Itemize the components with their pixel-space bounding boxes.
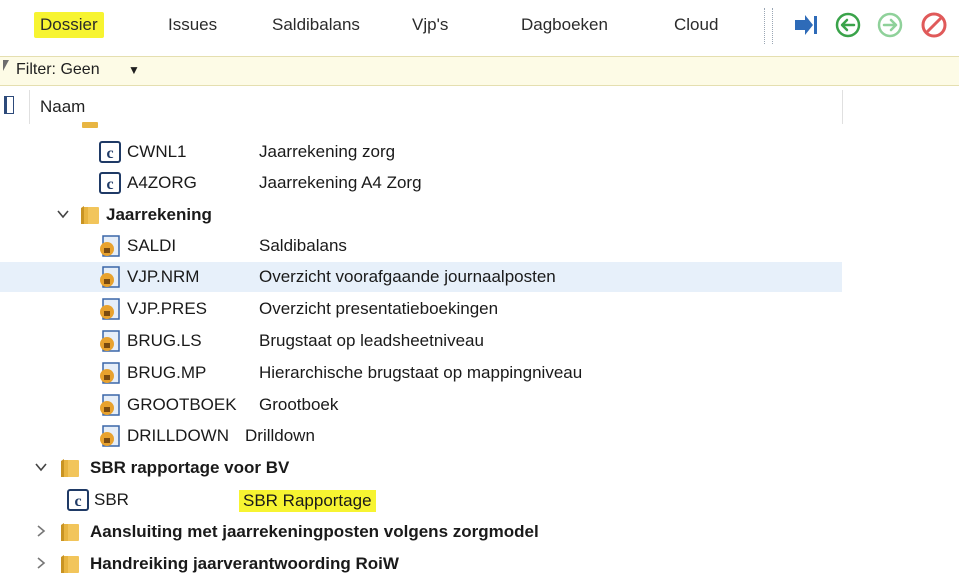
- report-description: Drilldown: [245, 426, 315, 445]
- cancel-icon[interactable]: [920, 11, 948, 39]
- tree-row[interactable]: BRUG.LS Brugstaat op leadsheetniveau: [0, 326, 842, 356]
- report-description-highlighted: SBR Rapportage: [239, 490, 376, 512]
- column-header: Naam: [0, 88, 959, 126]
- svg-text:c: c: [74, 493, 81, 510]
- back-arrow-icon[interactable]: [834, 11, 862, 39]
- report-code: A4ZORG: [127, 173, 197, 192]
- report-lock-icon: [100, 425, 120, 447]
- column-divider: [29, 90, 30, 124]
- folder-label: Handreiking jaarverantwoording RoiW: [90, 554, 399, 573]
- toolbar-separator: [764, 8, 765, 44]
- report-c-icon: c: [67, 489, 89, 511]
- report-code: SALDI: [127, 236, 177, 255]
- tree-row[interactable]: DRILLDOWN Drilldown: [0, 421, 842, 451]
- chevron-down-icon[interactable]: [56, 207, 70, 221]
- report-code: VJP.NRM: [127, 267, 200, 286]
- menu-dagboeken[interactable]: Dagboeken: [521, 12, 608, 38]
- report-code: BRUG.MP: [127, 363, 207, 382]
- chevron-right-icon[interactable]: [34, 524, 48, 538]
- tree-row[interactable]: c CWNL1 Jaarrekening zorg: [0, 137, 842, 167]
- report-description: Overzicht voorafgaande journaalposten: [259, 267, 556, 286]
- tree-folder-row[interactable]: Aansluiting met jaarrekeningposten volge…: [0, 517, 842, 547]
- toolbar-separator: [772, 8, 773, 44]
- report-code: DRILLDOWN: [127, 426, 230, 445]
- tree-row[interactable]: GROOTBOEK Grootboek: [0, 390, 842, 420]
- report-lock-icon: [100, 266, 120, 288]
- tree-folder-row[interactable]: Jaarrekening: [0, 200, 842, 230]
- report-c-icon: c: [99, 172, 121, 194]
- report-code: CWNL1: [127, 142, 187, 161]
- menu-bar: Dossier Issues Saldibalans Vjp's Dagboek…: [0, 0, 959, 52]
- menu-dossier[interactable]: Dossier: [34, 12, 104, 38]
- filter-bar: Filter: Geen ▼: [0, 56, 959, 86]
- jump-to-icon[interactable]: [792, 11, 820, 39]
- report-code: BRUG.LS: [127, 331, 202, 350]
- report-c-icon: c: [99, 141, 121, 163]
- folder-label: Aansluiting met jaarrekeningposten volge…: [90, 522, 539, 541]
- report-description: Brugstaat op leadsheetniveau: [259, 331, 484, 350]
- folder-label: SBR rapportage voor BV: [90, 458, 290, 477]
- report-lock-icon: [100, 394, 120, 416]
- chevron-right-icon[interactable]: [34, 556, 48, 570]
- forward-arrow-icon[interactable]: [876, 11, 904, 39]
- tree-row[interactable]: c SBR SBR Rapportage: [0, 485, 842, 515]
- folder-icon: [61, 523, 79, 541]
- report-lock-icon: [100, 362, 120, 384]
- column-name-header[interactable]: Naam: [40, 97, 85, 117]
- report-description: Overzicht presentatieboekingen: [259, 299, 499, 318]
- menu-saldibalans[interactable]: Saldibalans: [272, 12, 360, 38]
- filter-corner-icon: [3, 60, 9, 71]
- folder-label: Jaarrekening: [106, 205, 212, 224]
- tree-row[interactable]: SALDI Saldibalans: [0, 231, 842, 261]
- report-code: VJP.PRES: [127, 299, 208, 318]
- folder-icon: [61, 555, 79, 573]
- dropdown-caret-icon[interactable]: ▼: [128, 63, 140, 77]
- report-lock-icon: [100, 330, 120, 352]
- tree-folder-row[interactable]: Handreiking jaarverantwoording RoiW: [0, 549, 842, 579]
- folder-icon: [82, 122, 98, 128]
- tree-row[interactable]: BRUG.MP Hierarchische brugstaat op mappi…: [0, 358, 842, 388]
- column-divider: [842, 90, 843, 124]
- menu-cloud[interactable]: Cloud: [674, 12, 718, 38]
- folder-icon: [81, 206, 99, 224]
- report-lock-icon: [100, 235, 120, 257]
- menu-issues[interactable]: Issues: [168, 12, 217, 38]
- folder-icon: [61, 459, 79, 477]
- report-description: Jaarrekening zorg: [259, 142, 396, 161]
- tree-row-selected[interactable]: VJP.NRM Overzicht voorafgaande journaalp…: [0, 262, 842, 292]
- report-description: Hierarchische brugstaat op mappingniveau: [259, 363, 583, 382]
- report-code: GROOTBOEK: [127, 395, 237, 414]
- report-lock-icon: [100, 298, 120, 320]
- report-description: Saldibalans: [259, 236, 347, 255]
- report-description: Grootboek: [259, 395, 339, 414]
- tree-row[interactable]: VJP.PRES Overzicht presentatieboekingen: [0, 294, 842, 324]
- report-description: Jaarrekening A4 Zorg: [259, 173, 422, 192]
- report-code: SBR: [94, 490, 129, 509]
- menu-vjps[interactable]: Vjp's: [412, 12, 448, 38]
- tree-row[interactable]: c A4ZORG Jaarrekening A4 Zorg: [0, 168, 842, 198]
- tree-folder-row[interactable]: SBR rapportage voor BV: [0, 453, 842, 483]
- filter-dropdown[interactable]: Filter: Geen: [16, 61, 100, 79]
- svg-text:c: c: [106, 176, 113, 193]
- svg-text:c: c: [106, 145, 113, 162]
- select-all-checkbox[interactable]: [4, 96, 14, 114]
- chevron-down-icon[interactable]: [34, 460, 48, 474]
